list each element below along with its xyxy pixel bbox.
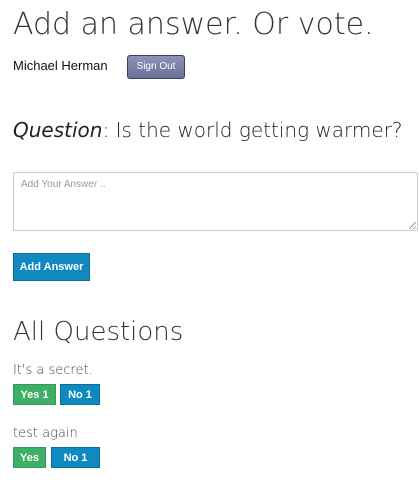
vote-yes-button[interactable]: Yes	[13, 447, 46, 468]
page-title: Add an answer. Or vote.	[13, 7, 374, 42]
question-list-item: test again Yes No 1	[13, 426, 313, 470]
vote-no-button[interactable]: No 1	[51, 447, 100, 468]
sign-out-button[interactable]: Sign Out	[127, 55, 185, 79]
all-questions-heading: All Questions	[13, 317, 184, 347]
question-item-text: test again	[13, 426, 78, 441]
user-name: Michael Herman	[13, 58, 108, 73]
question-label: Question	[13, 118, 103, 142]
resize-grip-icon[interactable]	[409, 222, 416, 229]
question-list-item: It's a secret. Yes 1 No 1	[13, 363, 313, 407]
question-separator: :	[102, 118, 116, 142]
page: Add an answer. Or vote. Michael Herman S…	[0, 0, 419, 483]
vote-yes-button[interactable]: Yes 1	[13, 384, 56, 405]
vote-no-button[interactable]: No 1	[60, 384, 100, 405]
question-text: Is the world getting warmer?	[115, 118, 403, 142]
answer-input[interactable]	[13, 172, 418, 231]
current-question: Question: Is the world getting warmer?	[13, 117, 403, 143]
add-answer-button[interactable]: Add Answer	[13, 253, 90, 281]
question-item-text: It's a secret.	[13, 363, 93, 378]
